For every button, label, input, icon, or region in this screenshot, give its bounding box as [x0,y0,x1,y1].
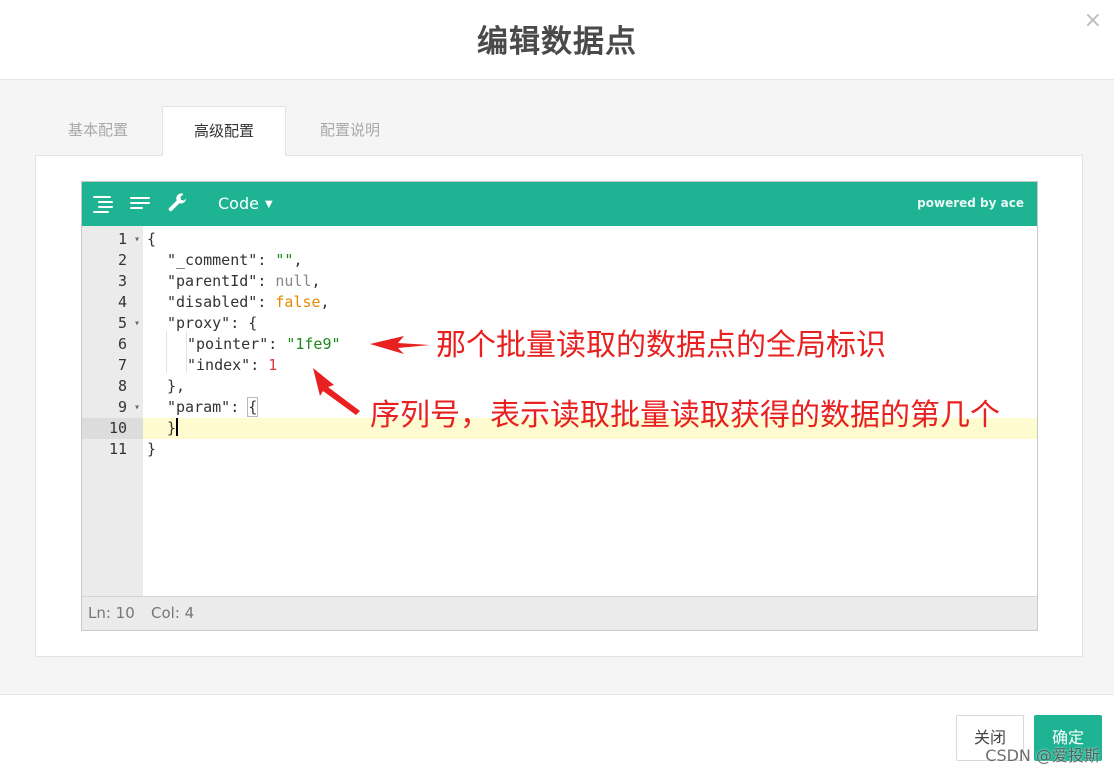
format-icon[interactable] [91,192,115,216]
line-number: 6 [82,334,143,355]
line-number: 7 [82,355,143,376]
fold-toggle-icon[interactable]: ▾ [134,313,140,334]
repair-icon[interactable] [166,192,190,216]
json-value: "" [275,251,294,269]
line-number-text: 5 [117,314,127,332]
line-number-text: 8 [117,377,127,395]
line-number: 2 [82,250,143,271]
line-number-text: 9 [117,398,127,416]
json-key: "proxy" [167,314,231,332]
json-value: "1fe9" [286,335,341,353]
json-value: null [275,272,312,290]
line-indicator: Ln: 10 [88,604,135,622]
json-value: 1 [268,356,278,374]
line-number: 3 [82,271,143,292]
json-separator: : [257,293,276,311]
code-text: } [147,440,157,458]
json-value: { [248,314,258,332]
line-number-gutter: 1 ▾ 2 3 4 5 ▾ 6 7 8 9 ▾ 10 11 [82,226,143,598]
code-line: } [143,439,1037,460]
code-line: "parentId": null, [143,271,1037,292]
code-text: { [147,230,157,248]
editor-toolbar: Code ▼ powered by ace [82,182,1037,226]
line-number: 9 ▾ [82,397,143,418]
mode-dropdown[interactable]: Code ▼ [218,194,273,213]
modal-footer: 关闭 确定 [0,694,1114,774]
json-separator: : [257,272,276,290]
tab-advanced-config[interactable]: 高级配置 [162,106,286,156]
line-number: 1 ▾ [82,229,143,250]
json-value: { [247,397,259,417]
json-key: "parentId" [167,272,258,290]
modal-header: 编辑数据点 × [0,0,1114,80]
line-number-text: 3 [117,272,127,290]
code-line: { [143,229,1037,250]
code-line: "_comment": "", [143,250,1037,271]
json-separator: : [250,356,269,374]
line-number-text: 6 [117,335,127,353]
annotation-pointer: 那个批量读取的数据点的全局标识 [436,328,886,363]
powered-by-label: powered by ace [917,196,1024,210]
column-indicator: Col: 4 [151,604,195,622]
json-value: false [275,293,321,311]
compact-icon[interactable] [128,192,152,216]
json-key: "param" [167,398,231,416]
json-key: "index" [187,356,251,374]
code-text: }, [167,377,186,395]
text-cursor [176,418,179,436]
json-key: "_comment" [167,251,258,269]
line-number: 11 [82,439,143,460]
code-line: "disabled": false, [143,292,1037,313]
line-number-text: 1 [117,230,127,248]
modal-title: 编辑数据点 [477,24,637,60]
annotation-index: 序列号，表示读取批量读取获得的数据的第几个 [370,398,1000,433]
tab-basic-config[interactable]: 基本配置 [36,106,160,156]
fold-toggle-icon[interactable]: ▾ [134,229,140,250]
fold-toggle-icon[interactable]: ▾ [134,397,140,418]
json-punct: , [320,293,330,311]
line-number: 5 ▾ [82,313,143,334]
json-separator: : [257,251,276,269]
json-key: "disabled" [167,293,258,311]
line-number: 4 [82,292,143,313]
line-number-text: 10 [108,419,127,437]
json-punct: , [293,251,303,269]
watermark: CSDN @爱投斯 [985,746,1100,765]
json-punct: , [311,272,321,290]
json-separator: : [230,398,249,416]
line-number-text: 2 [117,251,127,269]
close-icon[interactable]: × [1084,10,1102,32]
line-number: 10 [82,418,143,439]
json-key: "pointer" [187,335,269,353]
line-number-text: 4 [117,293,127,311]
status-bar: Ln: 10 Col: 4 [82,596,1037,630]
mode-label: Code [218,194,259,213]
line-number-text: 7 [117,356,127,374]
code-text: } [167,419,177,437]
line-number: 8 [82,376,143,397]
json-separator: : [268,335,287,353]
line-number-text: 11 [108,440,127,458]
tab-config-description[interactable]: 配置说明 [288,106,412,156]
chevron-down-icon: ▼ [264,199,273,210]
json-separator: : [230,314,249,332]
